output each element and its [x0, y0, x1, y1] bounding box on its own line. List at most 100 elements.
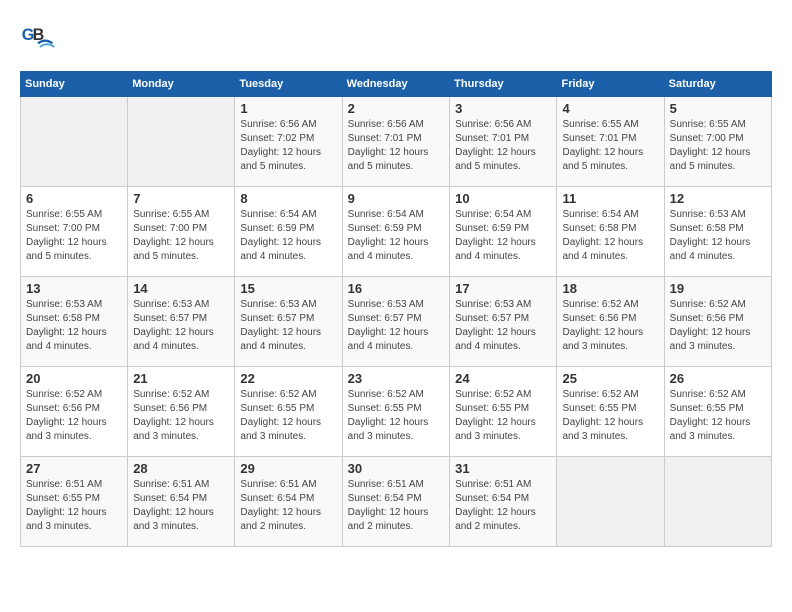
calendar-week-row: 6 Sunrise: 6:55 AM Sunset: 7:00 PM Daylig… [21, 187, 772, 277]
calendar-cell: 1 Sunrise: 6:56 AM Sunset: 7:02 PM Daylig… [235, 97, 342, 187]
day-detail: Sunrise: 6:52 AM Sunset: 6:55 PM Dayligh… [670, 388, 766, 444]
day-number: 30 [348, 461, 444, 476]
calendar-cell: 8 Sunrise: 6:54 AM Sunset: 6:59 PM Daylig… [235, 187, 342, 277]
day-number: 12 [670, 191, 766, 206]
calendar-cell [21, 97, 128, 187]
day-detail: Sunrise: 6:52 AM Sunset: 6:55 PM Dayligh… [240, 388, 336, 444]
day-detail: Sunrise: 6:52 AM Sunset: 6:55 PM Dayligh… [455, 388, 551, 444]
day-detail: Sunrise: 6:52 AM Sunset: 6:55 PM Dayligh… [562, 388, 658, 444]
day-number: 14 [133, 281, 229, 296]
weekday-header: Monday [128, 72, 235, 97]
day-detail: Sunrise: 6:51 AM Sunset: 6:54 PM Dayligh… [455, 478, 551, 534]
calendar-cell: 14 Sunrise: 6:53 AM Sunset: 6:57 PM Dayli… [128, 277, 235, 367]
day-detail: Sunrise: 6:51 AM Sunset: 6:54 PM Dayligh… [133, 478, 229, 534]
calendar-cell [664, 457, 771, 547]
calendar-cell: 3 Sunrise: 6:56 AM Sunset: 7:01 PM Daylig… [450, 97, 557, 187]
day-number: 31 [455, 461, 551, 476]
weekday-header: Wednesday [342, 72, 449, 97]
day-number: 13 [26, 281, 122, 296]
day-number: 4 [562, 101, 658, 116]
day-detail: Sunrise: 6:56 AM Sunset: 7:01 PM Dayligh… [455, 118, 551, 174]
day-detail: Sunrise: 6:52 AM Sunset: 6:55 PM Dayligh… [348, 388, 444, 444]
calendar-table: SundayMondayTuesdayWednesdayThursdayFrid… [20, 71, 772, 547]
day-number: 22 [240, 371, 336, 386]
day-number: 21 [133, 371, 229, 386]
weekday-header: Saturday [664, 72, 771, 97]
calendar-cell: 23 Sunrise: 6:52 AM Sunset: 6:55 PM Dayli… [342, 367, 449, 457]
calendar-cell: 15Sunrise: 6:53 AM Sunset: 6:57 PM Dayli… [235, 277, 342, 367]
day-detail: Sunrise: 6:55 AM Sunset: 7:00 PM Dayligh… [26, 208, 122, 264]
calendar-cell: 28 Sunrise: 6:51 AM Sunset: 6:54 PM Dayli… [128, 457, 235, 547]
calendar-cell: 17Sunrise: 6:53 AM Sunset: 6:57 PM Dayli… [450, 277, 557, 367]
calendar-cell: 19Sunrise: 6:52 AM Sunset: 6:56 PM Dayli… [664, 277, 771, 367]
day-number: 23 [348, 371, 444, 386]
calendar-cell: 29 Sunrise: 6:51 AM Sunset: 6:54 PM Dayli… [235, 457, 342, 547]
calendar-cell: 22 Sunrise: 6:52 AM Sunset: 6:55 PM Dayli… [235, 367, 342, 457]
calendar-cell: 13Sunrise: 6:53 AM Sunset: 6:58 PM Dayli… [21, 277, 128, 367]
day-number: 6 [26, 191, 122, 206]
day-number: 20 [26, 371, 122, 386]
calendar-cell: 12Sunrise: 6:53 AM Sunset: 6:58 PM Dayli… [664, 187, 771, 277]
calendar-cell: 11 Sunrise: 6:54 AM Sunset: 6:58 PM Dayli… [557, 187, 664, 277]
day-number: 11 [562, 191, 658, 206]
calendar-cell: 24 Sunrise: 6:52 AM Sunset: 6:55 PM Dayli… [450, 367, 557, 457]
weekday-row: SundayMondayTuesdayWednesdayThursdayFrid… [21, 72, 772, 97]
day-number: 18 [562, 281, 658, 296]
day-number: 26 [670, 371, 766, 386]
day-detail: Sunrise: 6:51 AM Sunset: 6:54 PM Dayligh… [240, 478, 336, 534]
weekday-header: Tuesday [235, 72, 342, 97]
calendar-cell: 5Sunrise: 6:55 AM Sunset: 7:00 PM Daylig… [664, 97, 771, 187]
calendar-body: 1 Sunrise: 6:56 AM Sunset: 7:02 PM Daylig… [21, 97, 772, 547]
day-detail: Sunrise: 6:52 AM Sunset: 6:56 PM Dayligh… [26, 388, 122, 444]
day-number: 27 [26, 461, 122, 476]
day-detail: Sunrise: 6:51 AM Sunset: 6:54 PM Dayligh… [348, 478, 444, 534]
calendar-cell: 9Sunrise: 6:54 AM Sunset: 6:59 PM Daylig… [342, 187, 449, 277]
day-detail: Sunrise: 6:55 AM Sunset: 7:01 PM Dayligh… [562, 118, 658, 174]
day-detail: Sunrise: 6:54 AM Sunset: 6:59 PM Dayligh… [348, 208, 444, 264]
calendar-week-row: 20 Sunrise: 6:52 AM Sunset: 6:56 PM Dayli… [21, 367, 772, 457]
day-number: 17 [455, 281, 551, 296]
day-detail: Sunrise: 6:53 AM Sunset: 6:57 PM Dayligh… [133, 298, 229, 354]
day-detail: Sunrise: 6:52 AM Sunset: 6:56 PM Dayligh… [133, 388, 229, 444]
day-number: 1 [240, 101, 336, 116]
day-number: 24 [455, 371, 551, 386]
day-number: 10 [455, 191, 551, 206]
calendar-cell [557, 457, 664, 547]
calendar-cell: 25Sunrise: 6:52 AM Sunset: 6:55 PM Dayli… [557, 367, 664, 457]
calendar-cell: 26 Sunrise: 6:52 AM Sunset: 6:55 PM Dayli… [664, 367, 771, 457]
day-detail: Sunrise: 6:54 AM Sunset: 6:59 PM Dayligh… [240, 208, 336, 264]
day-number: 29 [240, 461, 336, 476]
calendar-cell: 4 Sunrise: 6:55 AM Sunset: 7:01 PM Daylig… [557, 97, 664, 187]
page-header: G B [20, 20, 772, 56]
day-number: 28 [133, 461, 229, 476]
day-detail: Sunrise: 6:56 AM Sunset: 7:01 PM Dayligh… [348, 118, 444, 174]
calendar-cell: 31 Sunrise: 6:51 AM Sunset: 6:54 PM Dayli… [450, 457, 557, 547]
day-number: 8 [240, 191, 336, 206]
weekday-header: Thursday [450, 72, 557, 97]
day-detail: Sunrise: 6:52 AM Sunset: 6:56 PM Dayligh… [562, 298, 658, 354]
calendar-cell: 21 Sunrise: 6:52 AM Sunset: 6:56 PM Dayli… [128, 367, 235, 457]
logo-icon: G B [20, 20, 56, 56]
day-number: 7 [133, 191, 229, 206]
day-detail: Sunrise: 6:55 AM Sunset: 7:00 PM Dayligh… [670, 118, 766, 174]
day-number: 16 [348, 281, 444, 296]
day-number: 3 [455, 101, 551, 116]
calendar-header: SundayMondayTuesdayWednesdayThursdayFrid… [21, 72, 772, 97]
day-number: 15 [240, 281, 336, 296]
day-detail: Sunrise: 6:54 AM Sunset: 6:58 PM Dayligh… [562, 208, 658, 264]
calendar-cell: 27 Sunrise: 6:51 AM Sunset: 6:55 PM Dayli… [21, 457, 128, 547]
calendar-cell: 20 Sunrise: 6:52 AM Sunset: 6:56 PM Dayli… [21, 367, 128, 457]
weekday-header: Friday [557, 72, 664, 97]
calendar-cell: 2Sunrise: 6:56 AM Sunset: 7:01 PM Daylig… [342, 97, 449, 187]
day-detail: Sunrise: 6:54 AM Sunset: 6:59 PM Dayligh… [455, 208, 551, 264]
calendar-cell: 16 Sunrise: 6:53 AM Sunset: 6:57 PM Dayli… [342, 277, 449, 367]
day-detail: Sunrise: 6:52 AM Sunset: 6:56 PM Dayligh… [670, 298, 766, 354]
day-detail: Sunrise: 6:53 AM Sunset: 6:57 PM Dayligh… [348, 298, 444, 354]
day-detail: Sunrise: 6:51 AM Sunset: 6:55 PM Dayligh… [26, 478, 122, 534]
day-detail: Sunrise: 6:56 AM Sunset: 7:02 PM Dayligh… [240, 118, 336, 174]
logo: G B [20, 20, 62, 56]
calendar-cell: 30 Sunrise: 6:51 AM Sunset: 6:54 PM Dayli… [342, 457, 449, 547]
calendar-week-row: 27 Sunrise: 6:51 AM Sunset: 6:55 PM Dayli… [21, 457, 772, 547]
calendar-cell: 7Sunrise: 6:55 AM Sunset: 7:00 PM Daylig… [128, 187, 235, 277]
calendar-cell: 6 Sunrise: 6:55 AM Sunset: 7:00 PM Daylig… [21, 187, 128, 277]
